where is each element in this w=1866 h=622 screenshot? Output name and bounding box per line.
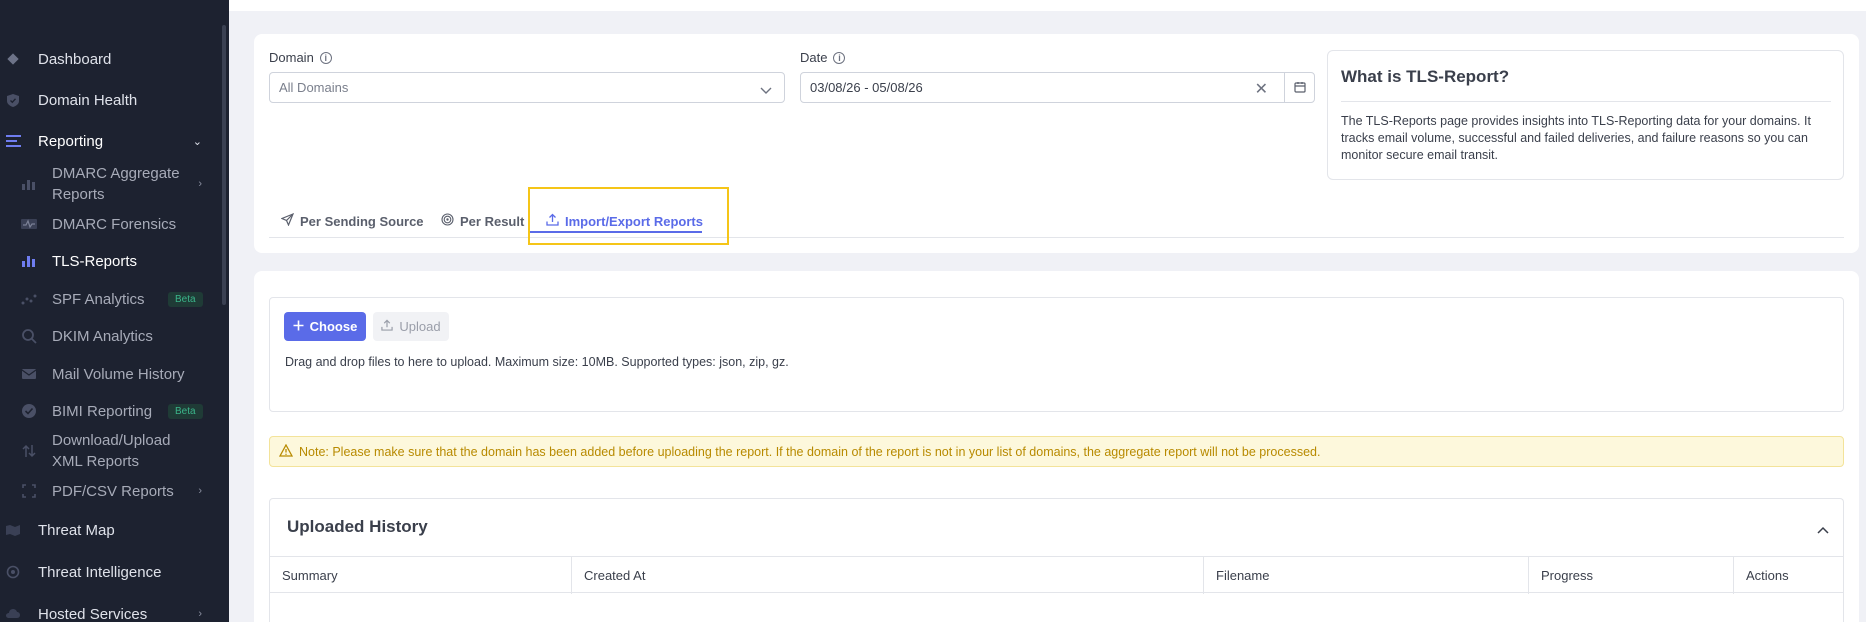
tab-per-result[interactable]: Per Result (441, 204, 524, 238)
sidebar-item-label: Domain Health (38, 91, 138, 109)
divider (1341, 101, 1831, 102)
mail-icon (20, 365, 38, 383)
lines-icon (4, 132, 22, 150)
send-icon (280, 212, 295, 229)
sidebar-item-domain-health[interactable]: Domain Health (0, 90, 222, 110)
calendar-button[interactable] (1284, 73, 1314, 103)
sidebar-item-mail-volume[interactable]: Mail Volume History (0, 364, 222, 384)
sidebar-item-dkim-analytics[interactable]: DKIM Analytics (0, 326, 222, 346)
sidebar-item-dmarc-aggregate[interactable]: DMARC Aggregate Reports › (0, 163, 222, 205)
column-filename[interactable]: Filename (1203, 557, 1528, 594)
sidebar-item-label: DKIM Analytics (52, 327, 153, 345)
chevron-down-icon: ⌄ (192, 135, 202, 148)
sidebar-item-threat-map[interactable]: Threat Map (0, 520, 222, 540)
sidebar-item-label: Download/Upload XML Reports (52, 432, 171, 470)
date-label: Date i (800, 50, 846, 65)
upload-icon (381, 319, 394, 334)
chevron-down-icon (760, 83, 772, 98)
dropzone-instructions: Drag and drop files to here to upload. M… (285, 355, 789, 369)
bar-chart-icon (20, 252, 38, 270)
chevron-right-icon: › (198, 178, 202, 190)
date-range-input[interactable]: 03/08/26 - 05/08/26 ✕ (800, 72, 1315, 103)
warning-note: Note: Please make sure that the domain h… (269, 436, 1844, 467)
badge-check-icon (20, 402, 38, 420)
shield-icon (4, 91, 22, 109)
sidebar-item-spf-analytics[interactable]: SPF Analytics Beta (0, 289, 222, 309)
tab-per-sending-source[interactable]: Per Sending Source (280, 204, 424, 238)
clear-icon[interactable]: ✕ (1255, 79, 1268, 99)
bar-chart-icon (20, 175, 38, 193)
info-panel: What is TLS-Report? The TLS-Reports page… (1327, 50, 1844, 180)
sidebar-item-label: Dashboard (38, 50, 112, 68)
choose-button[interactable]: Choose (284, 312, 366, 341)
sidebar-item-label: DMARC Aggregate Reports (52, 165, 180, 203)
info-icon[interactable]: i (319, 51, 332, 64)
domain-label: Domain i (269, 50, 332, 65)
sidebar-item-label: Threat Intelligence (38, 563, 162, 581)
sidebar-item-pdf-csv-reports[interactable]: PDF/CSV Reports › (0, 481, 222, 501)
frame-icon (20, 482, 38, 500)
beta-badge: Beta (168, 291, 203, 307)
calendar-icon (1293, 81, 1306, 96)
sidebar-item-bimi-reporting[interactable]: BIMI Reporting Beta (0, 401, 222, 421)
sidebar-item-reporting[interactable]: Reporting ⌄ (0, 131, 222, 151)
sidebar-item-download-upload-xml[interactable]: Download/Upload XML Reports (0, 430, 222, 472)
upload-button[interactable]: Upload (373, 312, 449, 341)
beta-badge: Beta (168, 403, 203, 419)
history-table-header: Summary Created At Filename Progress Act… (270, 556, 1843, 594)
chevron-right-icon: › (198, 608, 202, 620)
top-bar (229, 0, 1866, 11)
sidebar-item-tls-reports[interactable]: TLS-Reports (0, 251, 222, 271)
target-icon (441, 213, 454, 229)
report-tabs: Per Sending Source Per Result Import/Exp… (269, 204, 1844, 238)
search-icon (20, 327, 38, 345)
uploaded-history-panel: Uploaded History Summary Created At File… (269, 498, 1844, 622)
info-title: What is TLS-Report? (1341, 67, 1510, 86)
sidebar-item-label: DMARC Forensics (52, 215, 177, 233)
sidebar-item-label: PDF/CSV Reports (52, 482, 174, 500)
sidebar-item-label: TLS-Reports (52, 252, 138, 270)
column-actions[interactable]: Actions (1733, 557, 1843, 594)
map-icon (4, 521, 22, 539)
up-down-arrows-icon (20, 442, 38, 460)
warning-icon (278, 443, 294, 460)
history-title: Uploaded History (287, 517, 428, 536)
sidebar-item-label: SPF Analytics (52, 290, 145, 308)
chevron-right-icon: › (198, 485, 202, 497)
sidebar-item-dashboard[interactable]: Dashboard (0, 49, 222, 69)
sidebar-item-label: Mail Volume History (52, 365, 185, 383)
pulse-icon (20, 215, 38, 233)
sidebar-scrollbar[interactable] (222, 25, 226, 305)
scatter-icon (20, 290, 38, 308)
info-description: The TLS-Reports page provides insights i… (1341, 114, 1811, 162)
info-icon[interactable]: i (833, 51, 846, 64)
sidebar-item-threat-intelligence[interactable]: Threat Intelligence (0, 562, 222, 582)
column-created-at[interactable]: Created At (571, 557, 1203, 594)
sidebar-item-label: Reporting (38, 132, 104, 150)
cloud-icon (4, 605, 22, 622)
sidebar-item-label: BIMI Reporting (52, 402, 153, 420)
sidebar-item-label: Hosted Services (38, 605, 148, 622)
diamond-icon (4, 50, 22, 68)
plus-icon (293, 319, 304, 334)
highlight-box (528, 187, 729, 245)
chevron-up-icon[interactable] (1817, 521, 1829, 539)
column-progress[interactable]: Progress (1528, 557, 1733, 594)
sidebar-item-label: Threat Map (38, 521, 115, 539)
domain-select[interactable]: All Domains (269, 72, 785, 103)
sidebar: Dashboard Domain Health Reporting ⌄ DMAR… (0, 0, 229, 622)
sidebar-item-dmarc-forensics[interactable]: DMARC Forensics (0, 214, 222, 234)
column-summary[interactable]: Summary (270, 557, 571, 594)
target-icon (4, 563, 22, 581)
sidebar-item-hosted-services[interactable]: Hosted Services › (0, 604, 222, 622)
